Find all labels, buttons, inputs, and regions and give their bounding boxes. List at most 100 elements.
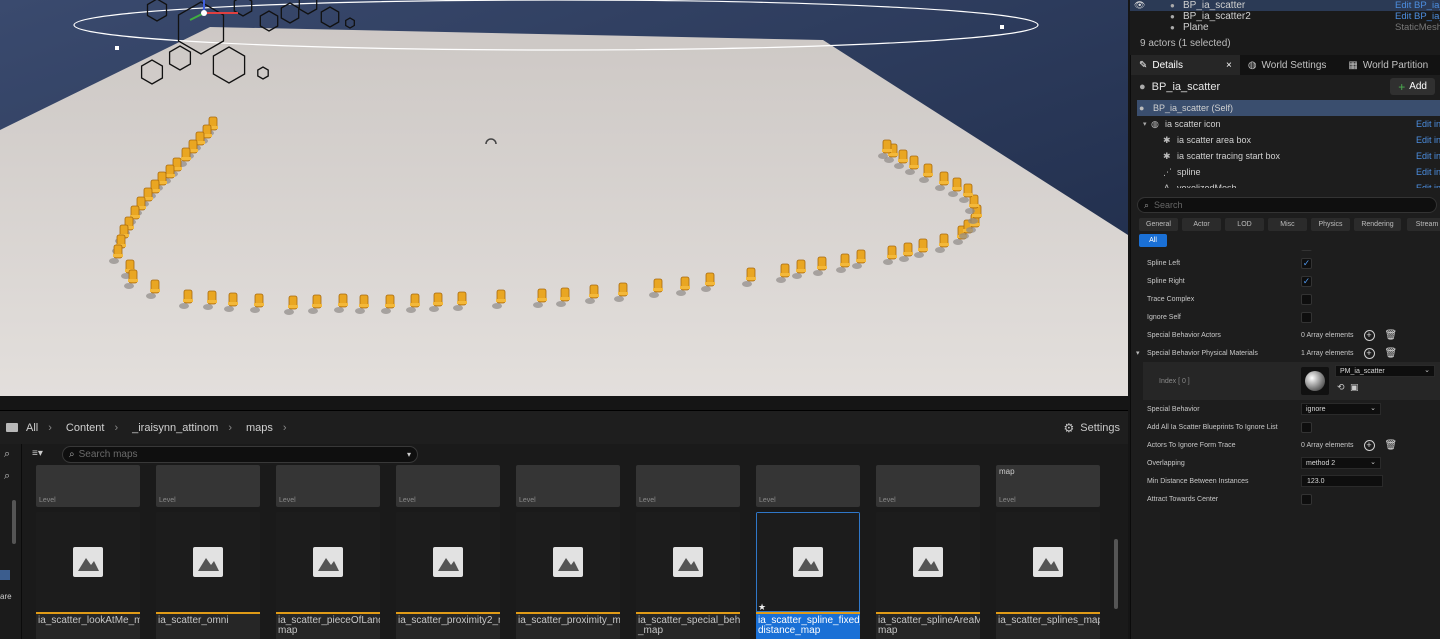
eye-icon[interactable]: 👁 <box>1134 0 1145 11</box>
edit-in-link[interactable]: Edit in <box>1416 135 1440 145</box>
star-icon[interactable]: ★ <box>758 602 766 613</box>
property-dropdown[interactable]: method 2 ⌄ <box>1301 457 1381 469</box>
category-tab[interactable]: Misc <box>1268 218 1307 231</box>
chevron-down-icon[interactable]: ▾ <box>1143 120 1147 128</box>
property-checkbox[interactable] <box>1301 493 1312 505</box>
outliner-row[interactable]: ● Plane StaticMesh <box>1130 22 1440 33</box>
tab-world-settings[interactable]: ◍ World Settings <box>1240 55 1335 75</box>
asset-tile-partial[interactable]: Level map <box>996 465 1100 507</box>
property-checkbox[interactable]: ✓ <box>1301 257 1312 269</box>
asset-scrollbar[interactable] <box>1114 539 1118 609</box>
tab-world-partition[interactable]: ▦ World Partition <box>1340 55 1436 75</box>
asset-name: ia_scatter_splineAreaMode_ map <box>878 615 980 636</box>
trash-icon[interactable]: 🗑 <box>1385 440 1398 451</box>
level-viewport[interactable] <box>0 0 1128 396</box>
asset-picker[interactable]: PM_ia_scatter ⌄ <box>1335 365 1435 377</box>
outliner-row[interactable]: ● BP_ia_scatter2 Edit BP_ia_ <box>1130 11 1440 22</box>
folder-icon[interactable] <box>6 423 18 432</box>
edit-link[interactable]: Edit BP_ia_scatter <box>1395 0 1440 11</box>
component-row[interactable]: ▾ ◍ ia scatter icon Edit in <box>1137 116 1440 132</box>
asset-tile[interactable]: ia_scatter_proximity_map <box>516 512 620 639</box>
property-checkbox[interactable] <box>1301 421 1312 433</box>
scrollbar[interactable] <box>12 500 16 544</box>
actor-count: 9 actors (1 selected) <box>1140 38 1231 49</box>
tab-details[interactable]: ✎ Details × <box>1131 55 1240 75</box>
crumb-content[interactable]: Content <box>66 422 105 434</box>
category-tab[interactable]: LOD <box>1225 218 1264 231</box>
plus-circle-icon[interactable]: + <box>1363 329 1375 341</box>
asset-tile-partial[interactable]: Level <box>516 465 620 507</box>
search-icon[interactable]: ⌕ <box>4 470 10 483</box>
viewport-scene[interactable] <box>0 0 1128 396</box>
component-row[interactable]: ⋀ voxelizedMesh Edit in <box>1137 180 1440 189</box>
chevron-right-icon[interactable]: › <box>283 422 287 434</box>
actor-header: ● BP_ia_scatter + Add <box>1131 75 1440 99</box>
asset-tile-partial[interactable]: Level <box>876 465 980 507</box>
edit-in-link[interactable]: Edit in <box>1416 167 1440 177</box>
breadcrumb: All › Content › _iraisynn_attinom › maps… <box>0 411 1128 444</box>
component-label: BP_ia_scatter (Self) <box>1153 103 1234 113</box>
component-row[interactable]: ⋰ spline Edit in <box>1137 164 1440 180</box>
crumb-all[interactable]: All <box>26 422 38 434</box>
asset-tile-partial[interactable]: Level <box>36 465 140 507</box>
pencil-icon: ✎ <box>1139 59 1148 71</box>
component-row[interactable]: ✱ ia scatter tracing start box Edit in <box>1137 148 1440 164</box>
map-asset-icon <box>1033 547 1063 577</box>
trash-icon[interactable]: 🗑 <box>1385 330 1398 341</box>
asset-tile[interactable]: ia_scatter_special_behavior _map <box>636 512 740 639</box>
asset-tile-partial[interactable]: Level <box>276 465 380 507</box>
property-label: Ignore Self <box>1147 313 1181 321</box>
plus-circle-icon[interactable]: + <box>1363 347 1375 359</box>
outliner-row[interactable]: 👁 ● BP_ia_scatter Edit BP_ia_scatter <box>1130 0 1440 11</box>
search-icon[interactable]: ⌕ <box>4 448 10 461</box>
category-tab[interactable]: Actor <box>1182 218 1221 231</box>
category-tab[interactable]: Rendering <box>1354 218 1401 231</box>
asset-tile-partial[interactable]: Level <box>756 465 860 507</box>
asset-tile[interactable]: ia_scatter_splines_map <box>996 512 1100 639</box>
asset-tile-partial[interactable]: Level <box>396 465 500 507</box>
search-placeholder: Search maps <box>78 449 138 460</box>
asset-tile-partial[interactable]: Level <box>636 465 740 507</box>
category-tab[interactable]: Stream <box>1407 218 1440 231</box>
crumb-iraisynn[interactable]: _iraisynn_attinom <box>132 422 218 434</box>
asset-tile-partial[interactable]: Level <box>156 465 260 507</box>
asset-tile[interactable]: ia_scatter_lookAtMe_map <box>36 512 140 639</box>
close-icon[interactable]: × <box>1226 60 1232 71</box>
settings-button[interactable]: ⚙ Settings <box>1063 421 1120 435</box>
asset-tile[interactable]: ia_scatter_omni <box>156 512 260 639</box>
chevron-down-icon[interactable]: ▾ <box>1136 349 1140 357</box>
trash-icon[interactable]: 🗑 <box>1385 348 1398 359</box>
search-input[interactable]: ⌕ Search maps ▾ <box>62 446 418 463</box>
browse-icon[interactable]: ⟲ <box>1337 382 1345 393</box>
add-component-button[interactable]: + Add <box>1390 78 1435 95</box>
edit-link[interactable]: StaticMesh <box>1395 22 1440 33</box>
array-count: 0 Array elements <box>1301 331 1354 339</box>
category-tab[interactable]: All <box>1139 234 1167 247</box>
folder-icon[interactable]: ▣ <box>1350 382 1359 393</box>
crumb-maps[interactable]: maps <box>246 422 273 434</box>
component-row[interactable]: ✱ ia scatter area box Edit in <box>1137 132 1440 148</box>
property-checkbox[interactable] <box>1301 293 1312 305</box>
component-row[interactable]: ● BP_ia_scatter (Self) <box>1137 100 1440 116</box>
asset-tile[interactable]: ia_scatter_proximity2_map <box>396 512 500 639</box>
plus-circle-icon[interactable]: + <box>1363 439 1375 451</box>
chevron-down-icon[interactable]: ▾ <box>407 450 411 459</box>
edit-in-link[interactable]: Edit in <box>1416 151 1440 161</box>
asset-tile[interactable]: ia_scatter_splineAreaMode_ map <box>876 512 980 639</box>
property-checkbox[interactable] <box>1301 250 1312 251</box>
filter-icon[interactable]: ≡▾ <box>32 448 43 459</box>
property-number-input[interactable]: 123.0 <box>1301 475 1383 487</box>
edit-in-link[interactable]: Edit in <box>1416 119 1440 129</box>
edit-link[interactable]: Edit BP_ia_ <box>1395 11 1440 22</box>
category-tab[interactable]: Physics <box>1311 218 1350 231</box>
asset-tile[interactable]: ★ ia_scatter_spline_fixed_ distance_map <box>756 512 860 639</box>
property-checkbox[interactable] <box>1301 311 1312 323</box>
asset-thumbnail[interactable] <box>1301 367 1329 395</box>
details-search-input[interactable]: ⌕ Search <box>1137 197 1437 213</box>
asset-type-strip <box>396 612 500 614</box>
category-tab[interactable]: General <box>1139 218 1178 231</box>
property-dropdown[interactable]: ignore ⌄ <box>1301 403 1381 415</box>
edit-in-link[interactable]: Edit in <box>1416 183 1440 188</box>
asset-tile[interactable]: ia_scatter_pieceOfLand_ map <box>276 512 380 639</box>
property-checkbox[interactable]: ✓ <box>1301 275 1312 287</box>
